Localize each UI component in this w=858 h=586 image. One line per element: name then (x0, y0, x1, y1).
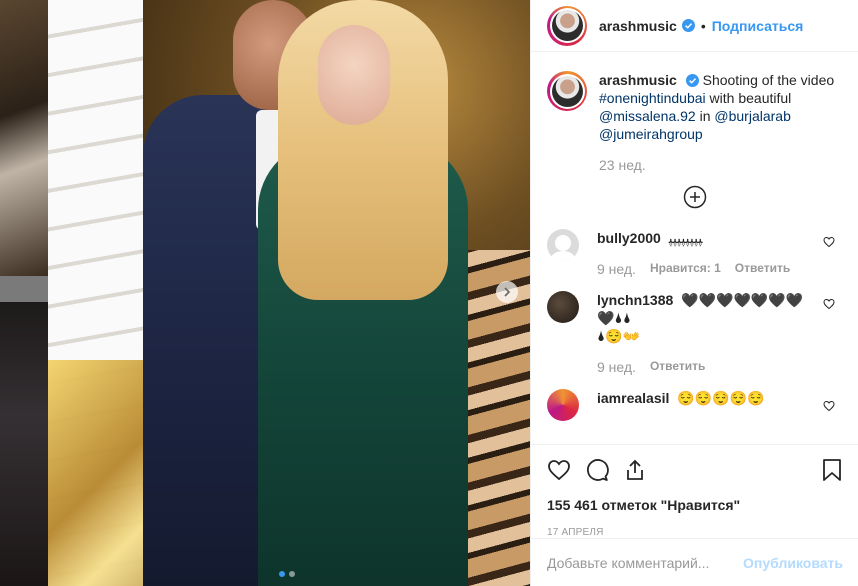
previous-post-image-top (0, 0, 48, 276)
separator-dot: • (700, 17, 706, 34)
caption-body-1: Shooting of the video (702, 72, 835, 88)
comment-item: iamrealasil 😌😌😌😌😌 (547, 389, 843, 421)
caption-mention-burjalarab[interactable]: @burjalarab (714, 108, 790, 124)
publish-button[interactable]: Опубликовать (743, 555, 843, 571)
share-icon[interactable] (623, 458, 647, 482)
post-header: arashmusic • Подписаться (531, 0, 858, 52)
post-actions: 155 461 отметок "Нравится" 17 АПРЕЛЯ (531, 444, 858, 538)
post-side-panel: arashmusic • Подписаться arashmusic Shoo… (530, 0, 858, 586)
comment-like-heart-icon[interactable] (823, 235, 835, 253)
post-date: 17 АПРЕЛЯ (547, 527, 604, 538)
commenter-avatar[interactable] (547, 389, 579, 421)
post-photo[interactable] (48, 0, 530, 586)
author-avatar[interactable] (547, 5, 587, 46)
carousel-dot (289, 571, 295, 577)
commenter-username[interactable]: iamrealasil (597, 390, 669, 406)
bookmark-icon[interactable] (821, 458, 843, 482)
comment-meta: 9 нед. Нравится: 1 Ответить (597, 261, 807, 277)
follow-button[interactable]: Подписаться (712, 18, 804, 34)
commenter-username[interactable]: lynchn1388 (597, 292, 673, 308)
likes-count[interactable]: 155 461 отметок "Нравится" (547, 497, 843, 513)
instagram-post-modal: arashmusic • Подписаться arashmusic Shoo… (0, 0, 858, 586)
post-caption: arashmusic Shooting of the video #onenig… (547, 71, 843, 143)
caption-mention-missalena[interactable]: @missalena.92 (599, 108, 696, 124)
previous-post-image-bottom (0, 302, 48, 586)
verified-badge-icon (681, 19, 695, 32)
comment-text: 😌😌😌😌😌 (677, 390, 765, 406)
comment-like-heart-icon[interactable] (823, 297, 835, 315)
comment-item: lynchn1388 🖤🖤🖤🖤🖤🖤🖤🖤🌢🌢 🌢😌👐 9 нед. Ответит… (547, 291, 843, 375)
action-icons-row (547, 455, 843, 485)
comment-text: ﭙﭙﭙﭙﭙﭙﭙﭙ (668, 230, 703, 246)
caption-hashtag[interactable]: #onenightindubai (599, 90, 706, 106)
load-more-comments-button[interactable] (547, 185, 843, 209)
plus-circle-icon (683, 185, 707, 209)
commenter-avatar[interactable] (547, 229, 579, 261)
comment-timestamp[interactable]: 9 нед. (597, 359, 636, 375)
caption-avatar-image (551, 75, 583, 107)
comment-reply-button[interactable]: Ответить (650, 359, 705, 375)
chevron-right-icon (504, 287, 511, 297)
carousel-dot-active (279, 571, 285, 577)
comment-bubble-icon[interactable] (585, 458, 609, 482)
caption-username[interactable]: arashmusic (599, 72, 677, 88)
caption-timestamp[interactable]: 23 нед. (599, 157, 843, 173)
caption-mention-jumeirahgroup[interactable]: @jumeirahgroup (599, 126, 703, 142)
comment-input[interactable] (547, 554, 744, 571)
comment-meta: 9 нед. Ответить (597, 359, 807, 375)
previous-post-preview[interactable] (0, 0, 48, 586)
commenter-avatar[interactable] (547, 291, 579, 323)
caption-body-2: with beautiful (709, 90, 792, 106)
carousel-next-button[interactable] (496, 281, 518, 303)
comments-list[interactable]: arashmusic Shooting of the video #onenig… (531, 53, 858, 444)
comment-text-line-2: 🌢😌👐 (597, 328, 641, 344)
caption-text: arashmusic Shooting of the video #onenig… (599, 71, 834, 143)
comment-item: bully2000 ﭙﭙﭙﭙﭙﭙﭙﭙ 9 нед. Нравится: 1 От… (547, 229, 843, 277)
comment-like-heart-icon[interactable] (823, 399, 835, 417)
author-avatar-image (551, 10, 583, 41)
photo-woman (258, 0, 478, 586)
caption-avatar[interactable] (547, 71, 587, 111)
caption-body-3: in (699, 108, 711, 124)
previous-post-divider (0, 276, 48, 302)
commenter-username[interactable]: bully2000 (597, 230, 661, 246)
comment-timestamp[interactable]: 9 нед. (597, 261, 636, 277)
verified-badge-icon (685, 74, 699, 87)
author-username[interactable]: arashmusic (599, 18, 677, 34)
photo-woman-face (318, 25, 390, 125)
carousel-dots (279, 571, 295, 577)
like-heart-icon[interactable] (547, 458, 571, 482)
comment-reply-button[interactable]: Ответить (735, 261, 790, 277)
comment-likes-count[interactable]: Нравится: 1 (650, 261, 721, 277)
add-comment-bar: Опубликовать (531, 538, 858, 586)
